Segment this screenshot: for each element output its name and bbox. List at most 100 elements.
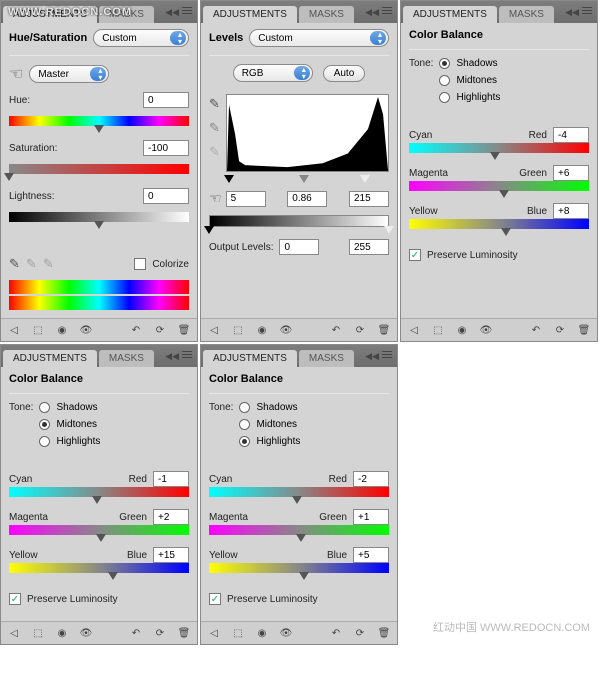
tab-masks[interactable]: MASKS <box>99 350 154 367</box>
black-eyedropper-icon[interactable]: ✎ <box>209 96 220 112</box>
yb-field[interactable]: +5 <box>353 547 389 563</box>
trash-icon[interactable]: 🗑 <box>377 323 391 337</box>
back-icon[interactable]: ◁ <box>407 323 421 337</box>
yb-field[interactable]: +8 <box>553 203 589 219</box>
reset-icon[interactable]: ⟳ <box>553 323 567 337</box>
targeted-adjust-icon[interactable]: ☜ <box>9 64 23 84</box>
trash-icon[interactable]: 🗑 <box>177 323 191 337</box>
tab-masks[interactable]: MASKS <box>299 350 354 367</box>
highlights-radio[interactable] <box>39 436 50 447</box>
light-slider[interactable] <box>9 222 189 226</box>
channel-select[interactable]: RGB▴▾ <box>233 64 313 82</box>
preserve-checkbox[interactable]: ✓ <box>9 593 21 605</box>
prev-state-icon[interactable]: ↶ <box>129 323 143 337</box>
expand-icon[interactable]: ⬚ <box>31 323 45 337</box>
cr-slider[interactable] <box>409 153 589 157</box>
gray-eyedropper-icon[interactable]: ✎ <box>209 120 220 136</box>
mg-slider[interactable] <box>9 535 189 539</box>
clip-icon[interactable]: ◉ <box>55 626 69 640</box>
tab-adjustments[interactable]: ADJUSTMENTS <box>3 350 97 367</box>
eye-icon[interactable]: 👁 <box>279 626 293 640</box>
yb-field[interactable]: +15 <box>153 547 189 563</box>
expand-icon[interactable]: ⬚ <box>31 626 45 640</box>
prev-state-icon[interactable]: ↶ <box>129 626 143 640</box>
expand-icon[interactable]: ⬚ <box>231 323 245 337</box>
eyedropper-icon[interactable]: ✎ <box>9 256 20 272</box>
auto-button[interactable]: Auto <box>323 65 366 82</box>
yb-slider[interactable] <box>209 573 389 577</box>
colorize-checkbox[interactable] <box>134 258 146 270</box>
light-field[interactable]: 0 <box>143 188 189 204</box>
preset-select[interactable]: Custom▴▾ <box>249 29 389 47</box>
prev-state-icon[interactable]: ↶ <box>329 323 343 337</box>
expand-icon[interactable]: ⬚ <box>231 626 245 640</box>
eyedropper-add-icon[interactable]: ✎ <box>26 256 37 272</box>
shadows-radio[interactable] <box>39 402 50 413</box>
tab-adjustments[interactable]: ADJUSTMENTS <box>203 6 297 23</box>
preserve-checkbox[interactable]: ✓ <box>409 249 421 261</box>
midtones-radio[interactable] <box>39 419 50 430</box>
expand-icon[interactable]: ⬚ <box>431 323 445 337</box>
cr-slider[interactable] <box>9 497 189 501</box>
cr-field[interactable]: -4 <box>553 127 589 143</box>
output-black-field[interactable]: 0 <box>279 239 319 255</box>
tab-masks[interactable]: MASKS <box>99 6 154 23</box>
back-icon[interactable]: ◁ <box>207 626 221 640</box>
preset-select[interactable]: Custom▴▾ <box>93 29 189 47</box>
eyedropper-sub-icon[interactable]: ✎ <box>43 256 54 272</box>
sat-slider[interactable] <box>9 174 189 178</box>
reset-icon[interactable]: ⟳ <box>353 626 367 640</box>
mg-field[interactable]: +2 <box>153 509 189 525</box>
mg-slider[interactable] <box>409 191 589 195</box>
back-icon[interactable]: ◁ <box>7 323 21 337</box>
reset-icon[interactable]: ⟳ <box>153 323 167 337</box>
tab-masks[interactable]: MASKS <box>299 6 354 23</box>
collapse-icon[interactable]: ◀◀ <box>165 7 179 18</box>
tab-adjustments[interactable]: ADJUSTMENTS <box>203 350 297 367</box>
midtones-radio[interactable] <box>239 419 250 430</box>
reset-icon[interactable]: ⟳ <box>353 323 367 337</box>
targeted-adjust-icon[interactable]: ☜ <box>209 190 222 207</box>
eye-icon[interactable]: 👁 <box>79 323 93 337</box>
panel-menu-icon[interactable] <box>182 5 194 15</box>
panel-menu-icon[interactable] <box>382 349 394 359</box>
output-slider[interactable] <box>209 227 389 231</box>
midtones-radio[interactable] <box>439 75 450 86</box>
collapse-icon[interactable]: ◀◀ <box>365 7 379 18</box>
tab-adjustments[interactable]: ADJUSTMENTS <box>403 6 497 23</box>
input-gamma-field[interactable]: 0.86 <box>287 191 327 207</box>
cr-field[interactable]: -1 <box>153 471 189 487</box>
hue-field[interactable]: 0 <box>143 92 189 108</box>
reset-icon[interactable]: ⟳ <box>153 626 167 640</box>
clip-icon[interactable]: ◉ <box>255 626 269 640</box>
shadows-radio[interactable] <box>239 402 250 413</box>
mg-slider[interactable] <box>209 535 389 539</box>
mg-field[interactable]: +1 <box>353 509 389 525</box>
tab-masks[interactable]: MASKS <box>499 6 554 23</box>
trash-icon[interactable]: 🗑 <box>377 626 391 640</box>
shadows-radio[interactable] <box>439 58 450 69</box>
input-slider[interactable] <box>226 176 389 180</box>
hue-slider[interactable] <box>9 126 189 130</box>
mg-field[interactable]: +6 <box>553 165 589 181</box>
cr-slider[interactable] <box>209 497 389 501</box>
cr-field[interactable]: -2 <box>353 471 389 487</box>
sat-field[interactable]: -100 <box>143 140 189 156</box>
clip-icon[interactable]: ◉ <box>455 323 469 337</box>
clip-icon[interactable]: ◉ <box>55 323 69 337</box>
input-black-field[interactable]: 5 <box>226 191 266 207</box>
eye-icon[interactable]: 👁 <box>279 323 293 337</box>
yb-slider[interactable] <box>409 229 589 233</box>
panel-menu-icon[interactable] <box>582 5 594 15</box>
back-icon[interactable]: ◁ <box>7 626 21 640</box>
preserve-checkbox[interactable]: ✓ <box>209 593 221 605</box>
collapse-icon[interactable]: ◀◀ <box>565 7 579 18</box>
trash-icon[interactable]: 🗑 <box>177 626 191 640</box>
collapse-icon[interactable]: ◀◀ <box>165 351 179 362</box>
highlights-radio[interactable] <box>239 436 250 447</box>
collapse-icon[interactable]: ◀◀ <box>365 351 379 362</box>
output-white-field[interactable]: 255 <box>349 239 389 255</box>
panel-menu-icon[interactable] <box>382 5 394 15</box>
prev-state-icon[interactable]: ↶ <box>529 323 543 337</box>
clip-icon[interactable]: ◉ <box>255 323 269 337</box>
